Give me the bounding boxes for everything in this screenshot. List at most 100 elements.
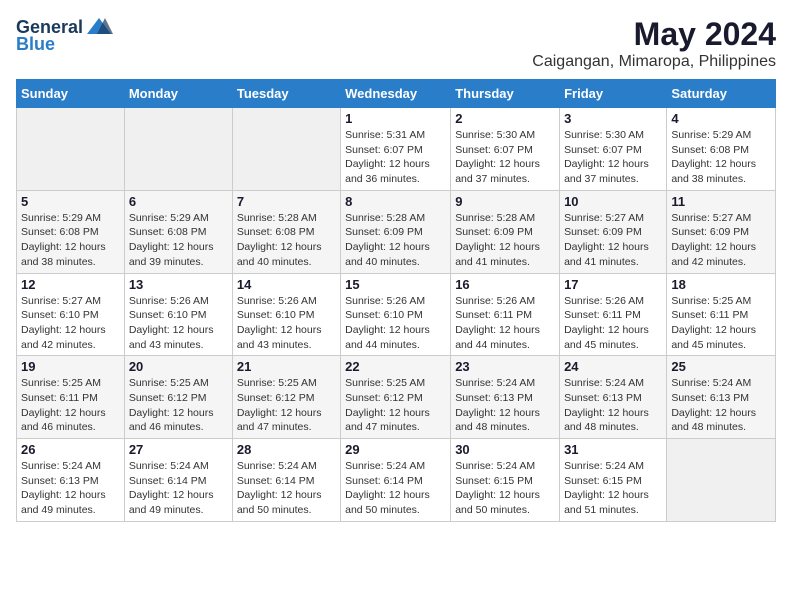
- day-cell: 2 Sunrise: 5:30 AM Sunset: 6:07 PM Daylig…: [451, 108, 560, 191]
- day-number: 26: [21, 442, 120, 457]
- week-row-1: 1Sunrise: 5:31 AM Sunset: 6:07 PM Daylig…: [17, 108, 776, 191]
- day-number: 11: [671, 194, 771, 209]
- day-cell: 20 Sunrise: 5:25 AM Sunset: 6:12 PM Dayli…: [124, 356, 232, 439]
- day-number: 21: [237, 359, 336, 374]
- location-title: Caigangan, Mimaropa, Philippines: [532, 53, 776, 71]
- day-info: Sunrise: 5:29 AM Sunset: 6:08 PM Dayligh…: [671, 128, 771, 187]
- day-number: 3: [564, 111, 662, 126]
- day-cell: 17 Sunrise: 5:26 AM Sunset: 6:11 PM Dayli…: [560, 273, 667, 356]
- day-info: Sunrise: 5:31 AM Sunset: 6:07 PM Dayligh…: [345, 128, 446, 187]
- week-row-3: 12 Sunrise: 5:27 AM Sunset: 6:10 PM Dayli…: [17, 273, 776, 356]
- day-number: 18: [671, 277, 771, 292]
- day-cell: 8 Sunrise: 5:28 AM Sunset: 6:09 PM Daylig…: [341, 190, 451, 273]
- day-cell: [124, 108, 232, 191]
- day-info: Sunrise: 5:24 AM Sunset: 6:14 PM Dayligh…: [345, 459, 446, 518]
- day-number: 16: [455, 277, 555, 292]
- day-cell: 22Sunrise: 5:25 AM Sunset: 6:12 PM Dayli…: [341, 356, 451, 439]
- day-cell: 27 Sunrise: 5:24 AM Sunset: 6:14 PM Dayli…: [124, 439, 232, 522]
- day-number: 12: [21, 277, 120, 292]
- day-cell: [667, 439, 776, 522]
- header-saturday: Saturday: [667, 80, 776, 108]
- day-cell: 16 Sunrise: 5:26 AM Sunset: 6:11 PM Dayli…: [451, 273, 560, 356]
- day-cell: 7 Sunrise: 5:28 AM Sunset: 6:08 PM Daylig…: [232, 190, 340, 273]
- day-info: Sunrise: 5:24 AM Sunset: 6:13 PM Dayligh…: [671, 376, 771, 435]
- day-cell: 15Sunrise: 5:26 AM Sunset: 6:10 PM Dayli…: [341, 273, 451, 356]
- day-info: Sunrise: 5:27 AM Sunset: 6:10 PM Dayligh…: [21, 294, 120, 353]
- calendar-table: SundayMondayTuesdayWednesdayThursdayFrid…: [16, 79, 776, 522]
- day-info: Sunrise: 5:27 AM Sunset: 6:09 PM Dayligh…: [564, 211, 662, 270]
- header-tuesday: Tuesday: [232, 80, 340, 108]
- day-cell: 6 Sunrise: 5:29 AM Sunset: 6:08 PM Daylig…: [124, 190, 232, 273]
- day-info: Sunrise: 5:24 AM Sunset: 6:13 PM Dayligh…: [564, 376, 662, 435]
- day-info: Sunrise: 5:26 AM Sunset: 6:10 PM Dayligh…: [237, 294, 336, 353]
- day-cell: 18 Sunrise: 5:25 AM Sunset: 6:11 PM Dayli…: [667, 273, 776, 356]
- day-number: 24: [564, 359, 662, 374]
- day-cell: 28Sunrise: 5:24 AM Sunset: 6:14 PM Dayli…: [232, 439, 340, 522]
- header-monday: Monday: [124, 80, 232, 108]
- day-number: 8: [345, 194, 446, 209]
- day-number: 29: [345, 442, 446, 457]
- day-cell: 14 Sunrise: 5:26 AM Sunset: 6:10 PM Dayli…: [232, 273, 340, 356]
- day-number: 6: [129, 194, 228, 209]
- header-sunday: Sunday: [17, 80, 125, 108]
- week-row-5: 26 Sunrise: 5:24 AM Sunset: 6:13 PM Dayli…: [17, 439, 776, 522]
- day-info: Sunrise: 5:30 AM Sunset: 6:07 PM Dayligh…: [455, 128, 555, 187]
- day-info: Sunrise: 5:26 AM Sunset: 6:11 PM Dayligh…: [455, 294, 555, 353]
- day-cell: 5Sunrise: 5:29 AM Sunset: 6:08 PM Daylig…: [17, 190, 125, 273]
- day-cell: [232, 108, 340, 191]
- day-info: Sunrise: 5:28 AM Sunset: 6:09 PM Dayligh…: [345, 211, 446, 270]
- day-info: Sunrise: 5:24 AM Sunset: 6:13 PM Dayligh…: [21, 459, 120, 518]
- header-wednesday: Wednesday: [341, 80, 451, 108]
- month-title: May 2024: [532, 16, 776, 53]
- day-cell: 3Sunrise: 5:30 AM Sunset: 6:07 PM Daylig…: [560, 108, 667, 191]
- logo: General Blue: [16, 16, 113, 55]
- day-info: Sunrise: 5:24 AM Sunset: 6:14 PM Dayligh…: [237, 459, 336, 518]
- day-info: Sunrise: 5:26 AM Sunset: 6:11 PM Dayligh…: [564, 294, 662, 353]
- day-number: 2: [455, 111, 555, 126]
- day-info: Sunrise: 5:24 AM Sunset: 6:15 PM Dayligh…: [564, 459, 662, 518]
- day-number: 25: [671, 359, 771, 374]
- day-cell: 11 Sunrise: 5:27 AM Sunset: 6:09 PM Dayli…: [667, 190, 776, 273]
- title-area: May 2024 Caigangan, Mimaropa, Philippine…: [532, 16, 776, 71]
- day-info: Sunrise: 5:29 AM Sunset: 6:08 PM Dayligh…: [129, 211, 228, 270]
- day-info: Sunrise: 5:25 AM Sunset: 6:11 PM Dayligh…: [21, 376, 120, 435]
- day-cell: 26 Sunrise: 5:24 AM Sunset: 6:13 PM Dayli…: [17, 439, 125, 522]
- day-cell: 19 Sunrise: 5:25 AM Sunset: 6:11 PM Dayli…: [17, 356, 125, 439]
- day-info: Sunrise: 5:24 AM Sunset: 6:14 PM Dayligh…: [129, 459, 228, 518]
- day-number: 22: [345, 359, 446, 374]
- day-cell: 29 Sunrise: 5:24 AM Sunset: 6:14 PM Dayli…: [341, 439, 451, 522]
- day-info: Sunrise: 5:27 AM Sunset: 6:09 PM Dayligh…: [671, 211, 771, 270]
- day-number: 30: [455, 442, 555, 457]
- day-cell: 13Sunrise: 5:26 AM Sunset: 6:10 PM Dayli…: [124, 273, 232, 356]
- week-row-4: 19 Sunrise: 5:25 AM Sunset: 6:11 PM Dayli…: [17, 356, 776, 439]
- day-cell: 12 Sunrise: 5:27 AM Sunset: 6:10 PM Dayli…: [17, 273, 125, 356]
- day-number: 20: [129, 359, 228, 374]
- day-cell: 21 Sunrise: 5:25 AM Sunset: 6:12 PM Dayli…: [232, 356, 340, 439]
- day-info: Sunrise: 5:25 AM Sunset: 6:12 PM Dayligh…: [129, 376, 228, 435]
- day-number: 7: [237, 194, 336, 209]
- day-number: 9: [455, 194, 555, 209]
- day-number: 19: [21, 359, 120, 374]
- day-info: Sunrise: 5:25 AM Sunset: 6:11 PM Dayligh…: [671, 294, 771, 353]
- day-info: Sunrise: 5:29 AM Sunset: 6:08 PM Dayligh…: [21, 211, 120, 270]
- day-cell: 25 Sunrise: 5:24 AM Sunset: 6:13 PM Dayli…: [667, 356, 776, 439]
- day-cell: 31 Sunrise: 5:24 AM Sunset: 6:15 PM Dayli…: [560, 439, 667, 522]
- day-info: Sunrise: 5:24 AM Sunset: 6:15 PM Dayligh…: [455, 459, 555, 518]
- day-number: 13: [129, 277, 228, 292]
- day-number: 23: [455, 359, 555, 374]
- week-row-2: 5Sunrise: 5:29 AM Sunset: 6:08 PM Daylig…: [17, 190, 776, 273]
- day-number: 10: [564, 194, 662, 209]
- day-number: 17: [564, 277, 662, 292]
- logo-blue-text: Blue: [16, 34, 55, 55]
- day-number: 15: [345, 277, 446, 292]
- day-number: 31: [564, 442, 662, 457]
- logo-icon: [85, 16, 113, 38]
- day-number: 27: [129, 442, 228, 457]
- header-friday: Friday: [560, 80, 667, 108]
- day-info: Sunrise: 5:25 AM Sunset: 6:12 PM Dayligh…: [237, 376, 336, 435]
- day-info: Sunrise: 5:28 AM Sunset: 6:08 PM Dayligh…: [237, 211, 336, 270]
- day-number: 14: [237, 277, 336, 292]
- day-cell: 4Sunrise: 5:29 AM Sunset: 6:08 PM Daylig…: [667, 108, 776, 191]
- day-info: Sunrise: 5:24 AM Sunset: 6:13 PM Dayligh…: [455, 376, 555, 435]
- day-cell: 23 Sunrise: 5:24 AM Sunset: 6:13 PM Dayli…: [451, 356, 560, 439]
